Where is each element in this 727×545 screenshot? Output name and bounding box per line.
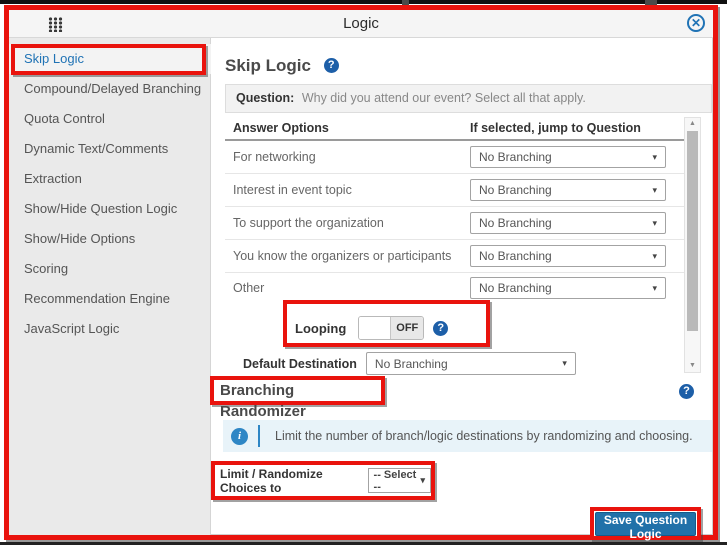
toggle-state-label: OFF [391,317,423,339]
looping-toggle[interactable]: OFF [358,316,424,340]
table-row: For networking No Branching ▾ [225,141,684,174]
background-page-strip [0,0,727,4]
question-label: Question: [236,91,294,105]
sidebar-item-quota-control[interactable]: Quota Control [9,104,211,134]
info-text: Limit the number of branch/logic destina… [275,429,693,443]
logic-dialog: Logic ✕ Skip Logic Compound/Delayed Bran… [4,5,718,540]
chevron-down-icon: ▾ [420,475,425,486]
sidebar-item-compound-delayed-branching[interactable]: Compound/Delayed Branching [9,74,211,104]
sidebar-item-show-hide-options[interactable]: Show/Hide Options [9,224,211,254]
help-icon[interactable]: ? [433,321,448,336]
logic-sidebar: Skip Logic Compound/Delayed Branching Qu… [9,38,211,535]
answer-option-label: To support the organization [225,216,470,230]
vertical-scrollbar[interactable]: ▲ ▼ [684,117,701,373]
chevron-down-icon: ▾ [652,251,657,262]
scroll-down-icon[interactable]: ▼ [685,360,700,372]
sidebar-item-skip-logic[interactable]: Skip Logic [9,44,211,74]
jump-to-question-dropdown[interactable]: No Branching ▾ [470,146,666,168]
table-row: You know the organizers or participants … [225,240,684,273]
default-destination-dropdown[interactable]: No Branching ▾ [366,352,576,375]
question-summary-bar: Question: Why did you attend our event? … [225,84,712,113]
section-title: Skip Logic ? [225,56,339,76]
column-header-jump-to-question: If selected, jump to Question [470,121,684,135]
chevron-down-icon: ▾ [652,283,657,294]
help-icon[interactable]: ? [679,384,694,399]
select-value: -- Select -- [374,469,421,493]
table-row: To support the organization No Branching… [225,207,684,240]
scroll-up-icon[interactable]: ▲ [685,118,700,130]
branching-table: Answer Options If selected, jump to Ques… [225,117,684,303]
chevron-down-icon: ▾ [652,218,657,229]
answer-option-label: Interest in event topic [225,183,470,197]
scrollbar-thumb[interactable] [687,131,698,331]
question-text: Why did you attend our event? Select all… [302,91,586,105]
limit-randomize-label: Limit / Randomize Choices to [220,467,364,495]
jump-to-question-dropdown[interactable]: No Branching ▾ [470,179,666,201]
default-destination-label: Default Destination [243,357,357,371]
chevron-down-icon: ▾ [562,358,567,369]
dropdown-value: No Branching [479,183,552,197]
section-title-text: Skip Logic [225,56,311,75]
dropdown-value: No Branching [375,357,448,371]
dropdown-value: No Branching [479,216,552,230]
jump-to-question-dropdown[interactable]: No Branching ▾ [470,277,666,299]
info-icon: i [231,428,248,445]
dropdown-value: No Branching [479,150,552,164]
looping-row: Looping OFF ? [295,313,448,343]
sidebar-item-scoring[interactable]: Scoring [9,254,211,284]
branching-randomizer-title: Branching Randomizer [210,376,385,405]
table-header-row: Answer Options If selected, jump to Ques… [225,117,684,141]
drag-handle-icon[interactable] [48,17,63,32]
sidebar-item-extraction[interactable]: Extraction [9,164,211,194]
sidebar-list: Skip Logic Compound/Delayed Branching Qu… [9,44,211,344]
limit-randomize-row: Limit / Randomize Choices to -- Select -… [211,461,435,500]
limit-randomize-select[interactable]: -- Select -- ▾ [368,468,431,493]
chevron-down-icon: ▾ [652,185,657,196]
jump-to-question-dropdown[interactable]: No Branching ▾ [470,212,666,234]
table-row: Interest in event topic No Branching ▾ [225,174,684,207]
answer-option-label: Other [225,281,470,295]
chevron-down-icon: ▾ [652,152,657,163]
looping-label: Looping [295,321,346,336]
sidebar-item-dynamic-text-comments[interactable]: Dynamic Text/Comments [9,134,211,164]
sidebar-item-recommendation-engine[interactable]: Recommendation Engine [9,284,211,314]
jump-to-question-dropdown[interactable]: No Branching ▾ [470,245,666,267]
sidebar-item-show-hide-question-logic[interactable]: Show/Hide Question Logic [9,194,211,224]
toggle-knob [359,317,391,339]
close-icon[interactable]: ✕ [687,14,705,32]
help-icon[interactable]: ? [324,58,339,73]
table-row: Other No Branching ▾ [225,273,684,303]
dropdown-value: No Branching [479,281,552,295]
answer-option-label: You know the organizers or participants [225,249,470,263]
save-question-logic-button[interactable]: Save Question Logic [595,512,696,536]
dropdown-value: No Branching [479,249,552,263]
answer-option-label: For networking [225,150,470,164]
dialog-title: Logic [9,10,713,38]
info-divider [258,425,260,447]
default-destination-row: Default Destination No Branching ▾ [243,352,576,375]
info-bar: i Limit the number of branch/logic desti… [223,420,712,452]
column-header-answer-options: Answer Options [225,121,470,135]
annotation-box-save: Save Question Logic [590,507,701,540]
dialog-header: Logic ✕ [9,10,713,38]
logic-dialog-body: Logic ✕ Skip Logic Compound/Delayed Bran… [9,10,713,535]
sidebar-item-javascript-logic[interactable]: JavaScript Logic [9,314,211,344]
